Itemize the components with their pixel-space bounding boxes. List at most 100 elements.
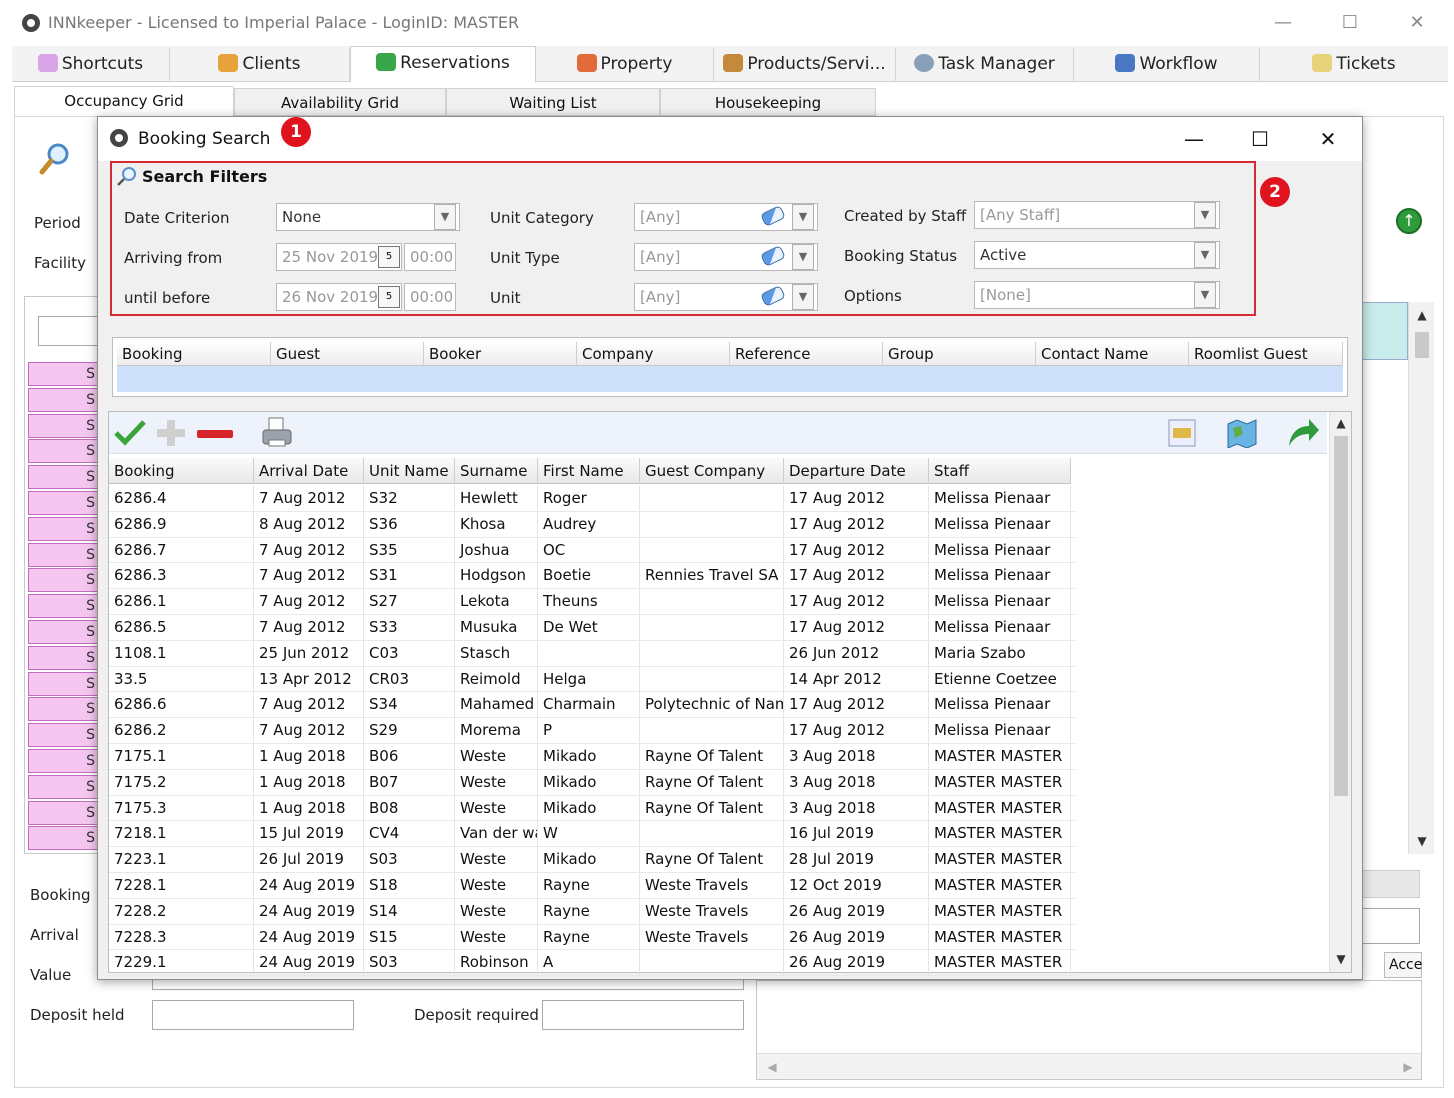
subtab-housekeeping[interactable]: Housekeeping	[660, 88, 876, 116]
printer-icon[interactable]	[259, 416, 295, 450]
tab-products[interactable]: Products/Servi...	[714, 48, 896, 82]
unit-row-cell[interactable]: S	[28, 826, 100, 851]
unit-row-cell[interactable]: S	[28, 465, 100, 490]
until-before-time[interactable]: 00:00	[404, 283, 456, 311]
calendar-icon[interactable]: 5	[378, 286, 400, 308]
unit-row-cell[interactable]: S	[28, 620, 100, 644]
unit-row-cell[interactable]: S	[28, 697, 100, 722]
result-row[interactable]: 7175.1 1 Aug 2018 B06 Weste Mikado Rayne Of T…	[109, 744, 1075, 770]
unit-row-cell[interactable]: S	[28, 387, 100, 412]
result-row[interactable]: 7175.3 1 Aug 2018 B08 Weste Mikado Rayne Of T…	[109, 795, 1075, 822]
unit-row-cell[interactable]: S	[28, 491, 100, 515]
chevron-down-icon[interactable]: ▼	[792, 284, 814, 310]
result-row[interactable]: 6286.1 7 Aug 2012 S27 Lekota Theuns 17 Aug 20…	[109, 589, 1075, 615]
unit-row-cell[interactable]: S	[28, 362, 100, 386]
unit-row-cell[interactable]: S	[28, 749, 100, 773]
criteria-input-row[interactable]	[117, 366, 1343, 392]
result-row[interactable]: 6286.9 8 Aug 2012 S36 Khosa Audrey 17 Aug 201…	[109, 511, 1075, 538]
scroll-right-icon[interactable]: ▶	[1397, 1056, 1419, 1078]
unit-row-cell[interactable]: S	[28, 645, 100, 670]
chevron-down-icon[interactable]: ▼	[792, 204, 814, 230]
add-icon[interactable]	[155, 418, 187, 448]
unit-row-cell[interactable]: S	[28, 671, 100, 696]
unit-row-cell[interactable]: S	[28, 594, 100, 619]
dialog-minimize-button[interactable]: —	[1166, 124, 1222, 154]
arrow-up-green-icon[interactable]: ↑	[1396, 208, 1422, 234]
tab-property[interactable]: Property	[536, 48, 714, 82]
result-row[interactable]: 7228.2 24 Aug 2019 S14 Weste Rayne Weste Trav…	[109, 898, 1075, 925]
remove-icon[interactable]	[197, 430, 233, 438]
calendar-icon[interactable]: 5	[378, 246, 400, 268]
booking-status-select[interactable]: Active	[974, 241, 1220, 269]
result-row[interactable]: 7228.3 24 Aug 2019 S15 Weste Rayne Weste Trav…	[109, 924, 1075, 951]
chevron-down-icon[interactable]: ▼	[1194, 242, 1216, 268]
tab-shortcuts[interactable]: Shortcuts	[12, 48, 170, 82]
result-row[interactable]: 6286.6 7 Aug 2012 S34 Mahamed Charmain Polyte…	[109, 692, 1075, 719]
created-by-staff-select[interactable]: [Any Staff]	[974, 201, 1220, 229]
unit-row-cell[interactable]: S	[28, 516, 100, 541]
result-row[interactable]: 7223.1 26 Jul 2019 S03 Weste Mikado Rayne Of …	[109, 847, 1075, 873]
unit-select[interactable]: [Any]	[634, 283, 818, 311]
scroll-down-icon[interactable]: ▼	[1330, 948, 1352, 970]
results-column-header[interactable]: First Name	[538, 458, 640, 484]
tab-task-manager[interactable]: Task Manager	[896, 48, 1074, 82]
subtab-waiting-list[interactable]: Waiting List	[446, 88, 660, 116]
checkmark-icon[interactable]	[113, 418, 147, 448]
unit-row-cell[interactable]: S	[28, 439, 100, 464]
result-row[interactable]: 7228.1 24 Aug 2019 S18 Weste Rayne Weste Trav…	[109, 873, 1075, 899]
subtab-occupancy-grid[interactable]: Occupancy Grid	[14, 86, 234, 117]
criteria-column-header[interactable]: Guest	[271, 342, 424, 366]
unit-row-cell[interactable]: S	[28, 413, 100, 438]
result-row[interactable]: 6286.3 7 Aug 2012 S31 Hodgson Boetie Rennies …	[109, 563, 1075, 590]
scroll-up-icon[interactable]: ▲	[1411, 304, 1433, 326]
result-row[interactable]: 7218.1 15 Jul 2019 CV4 Van der wa W 16 Jul 20…	[109, 821, 1075, 848]
forward-arrow-icon[interactable]	[1285, 416, 1321, 450]
unit-category-select[interactable]: [Any]	[634, 203, 818, 231]
result-row[interactable]: 7175.2 1 Aug 2018 B07 Weste Mikado Rayne Of T…	[109, 769, 1075, 796]
arriving-from-time[interactable]: 00:00	[404, 243, 456, 271]
deposit-required-field[interactable]	[542, 1000, 744, 1030]
results-column-header[interactable]: Staff	[929, 458, 1071, 484]
export-icon[interactable]	[1165, 418, 1199, 448]
result-row[interactable]: 6286.2 7 Aug 2012 S29 Morema P 17 Aug 2012 Mel…	[109, 718, 1075, 744]
dialog-close-button[interactable]: ✕	[1300, 124, 1356, 154]
unit-row-cell[interactable]: S	[28, 542, 100, 567]
results-column-header[interactable]: Booking	[109, 458, 254, 484]
results-column-header[interactable]: Arrival Date	[254, 458, 364, 484]
occupancy-vscroll[interactable]: ▲ ▼	[1408, 302, 1434, 854]
results-column-header[interactable]: Surname	[455, 458, 538, 484]
bg-hscroll[interactable]: ◀ ▶	[757, 1053, 1421, 1079]
results-column-header[interactable]: Guest Company	[640, 458, 784, 484]
minimize-button[interactable]: —	[1258, 8, 1308, 38]
scroll-up-icon[interactable]: ▲	[1330, 412, 1352, 434]
criteria-column-header[interactable]: Booking	[117, 342, 271, 366]
scroll-left-icon[interactable]: ◀	[761, 1056, 783, 1078]
chevron-down-icon[interactable]: ▼	[1194, 202, 1216, 228]
unit-type-select[interactable]: [Any]	[634, 243, 818, 271]
bg-side-field[interactable]	[1362, 908, 1420, 944]
scroll-thumb[interactable]	[1415, 332, 1429, 358]
criteria-column-header[interactable]: Contact Name	[1036, 342, 1189, 366]
scroll-thumb[interactable]	[1334, 436, 1348, 796]
map-icon[interactable]	[1225, 418, 1259, 449]
result-row[interactable]: 7229.1 24 Aug 2019 S03 Robinson A 26 Aug 2019…	[109, 950, 1075, 977]
deposit-held-field[interactable]	[152, 1000, 354, 1030]
close-button[interactable]: ✕	[1392, 8, 1442, 38]
search-magnifier-icon[interactable]	[38, 140, 74, 176]
subtab-availability-grid[interactable]: Availability Grid	[234, 88, 446, 116]
scroll-down-icon[interactable]: ▼	[1411, 830, 1433, 852]
results-column-header[interactable]: Departure Date	[784, 458, 929, 484]
maximize-button[interactable]: ☐	[1325, 8, 1375, 38]
tab-tickets[interactable]: Tickets	[1260, 48, 1448, 82]
tab-reservations[interactable]: Reservations	[350, 46, 536, 83]
dialog-maximize-button[interactable]: ☐	[1232, 124, 1288, 154]
results-vscroll[interactable]: ▲ ▼	[1329, 412, 1351, 972]
criteria-column-header[interactable]: Company	[577, 342, 730, 366]
chevron-down-icon[interactable]: ▼	[1194, 282, 1216, 308]
chevron-down-icon[interactable]: ▼	[434, 204, 456, 230]
date-criterion-select[interactable]: None	[276, 203, 460, 231]
criteria-column-header[interactable]: Group	[883, 342, 1036, 366]
unit-row-cell[interactable]: S	[28, 568, 100, 593]
unit-row-cell[interactable]: S	[28, 723, 100, 748]
result-row[interactable]: 1108.1 25 Jun 2012 C03 Stasch 26 Jun 2012 Mar…	[109, 640, 1075, 667]
